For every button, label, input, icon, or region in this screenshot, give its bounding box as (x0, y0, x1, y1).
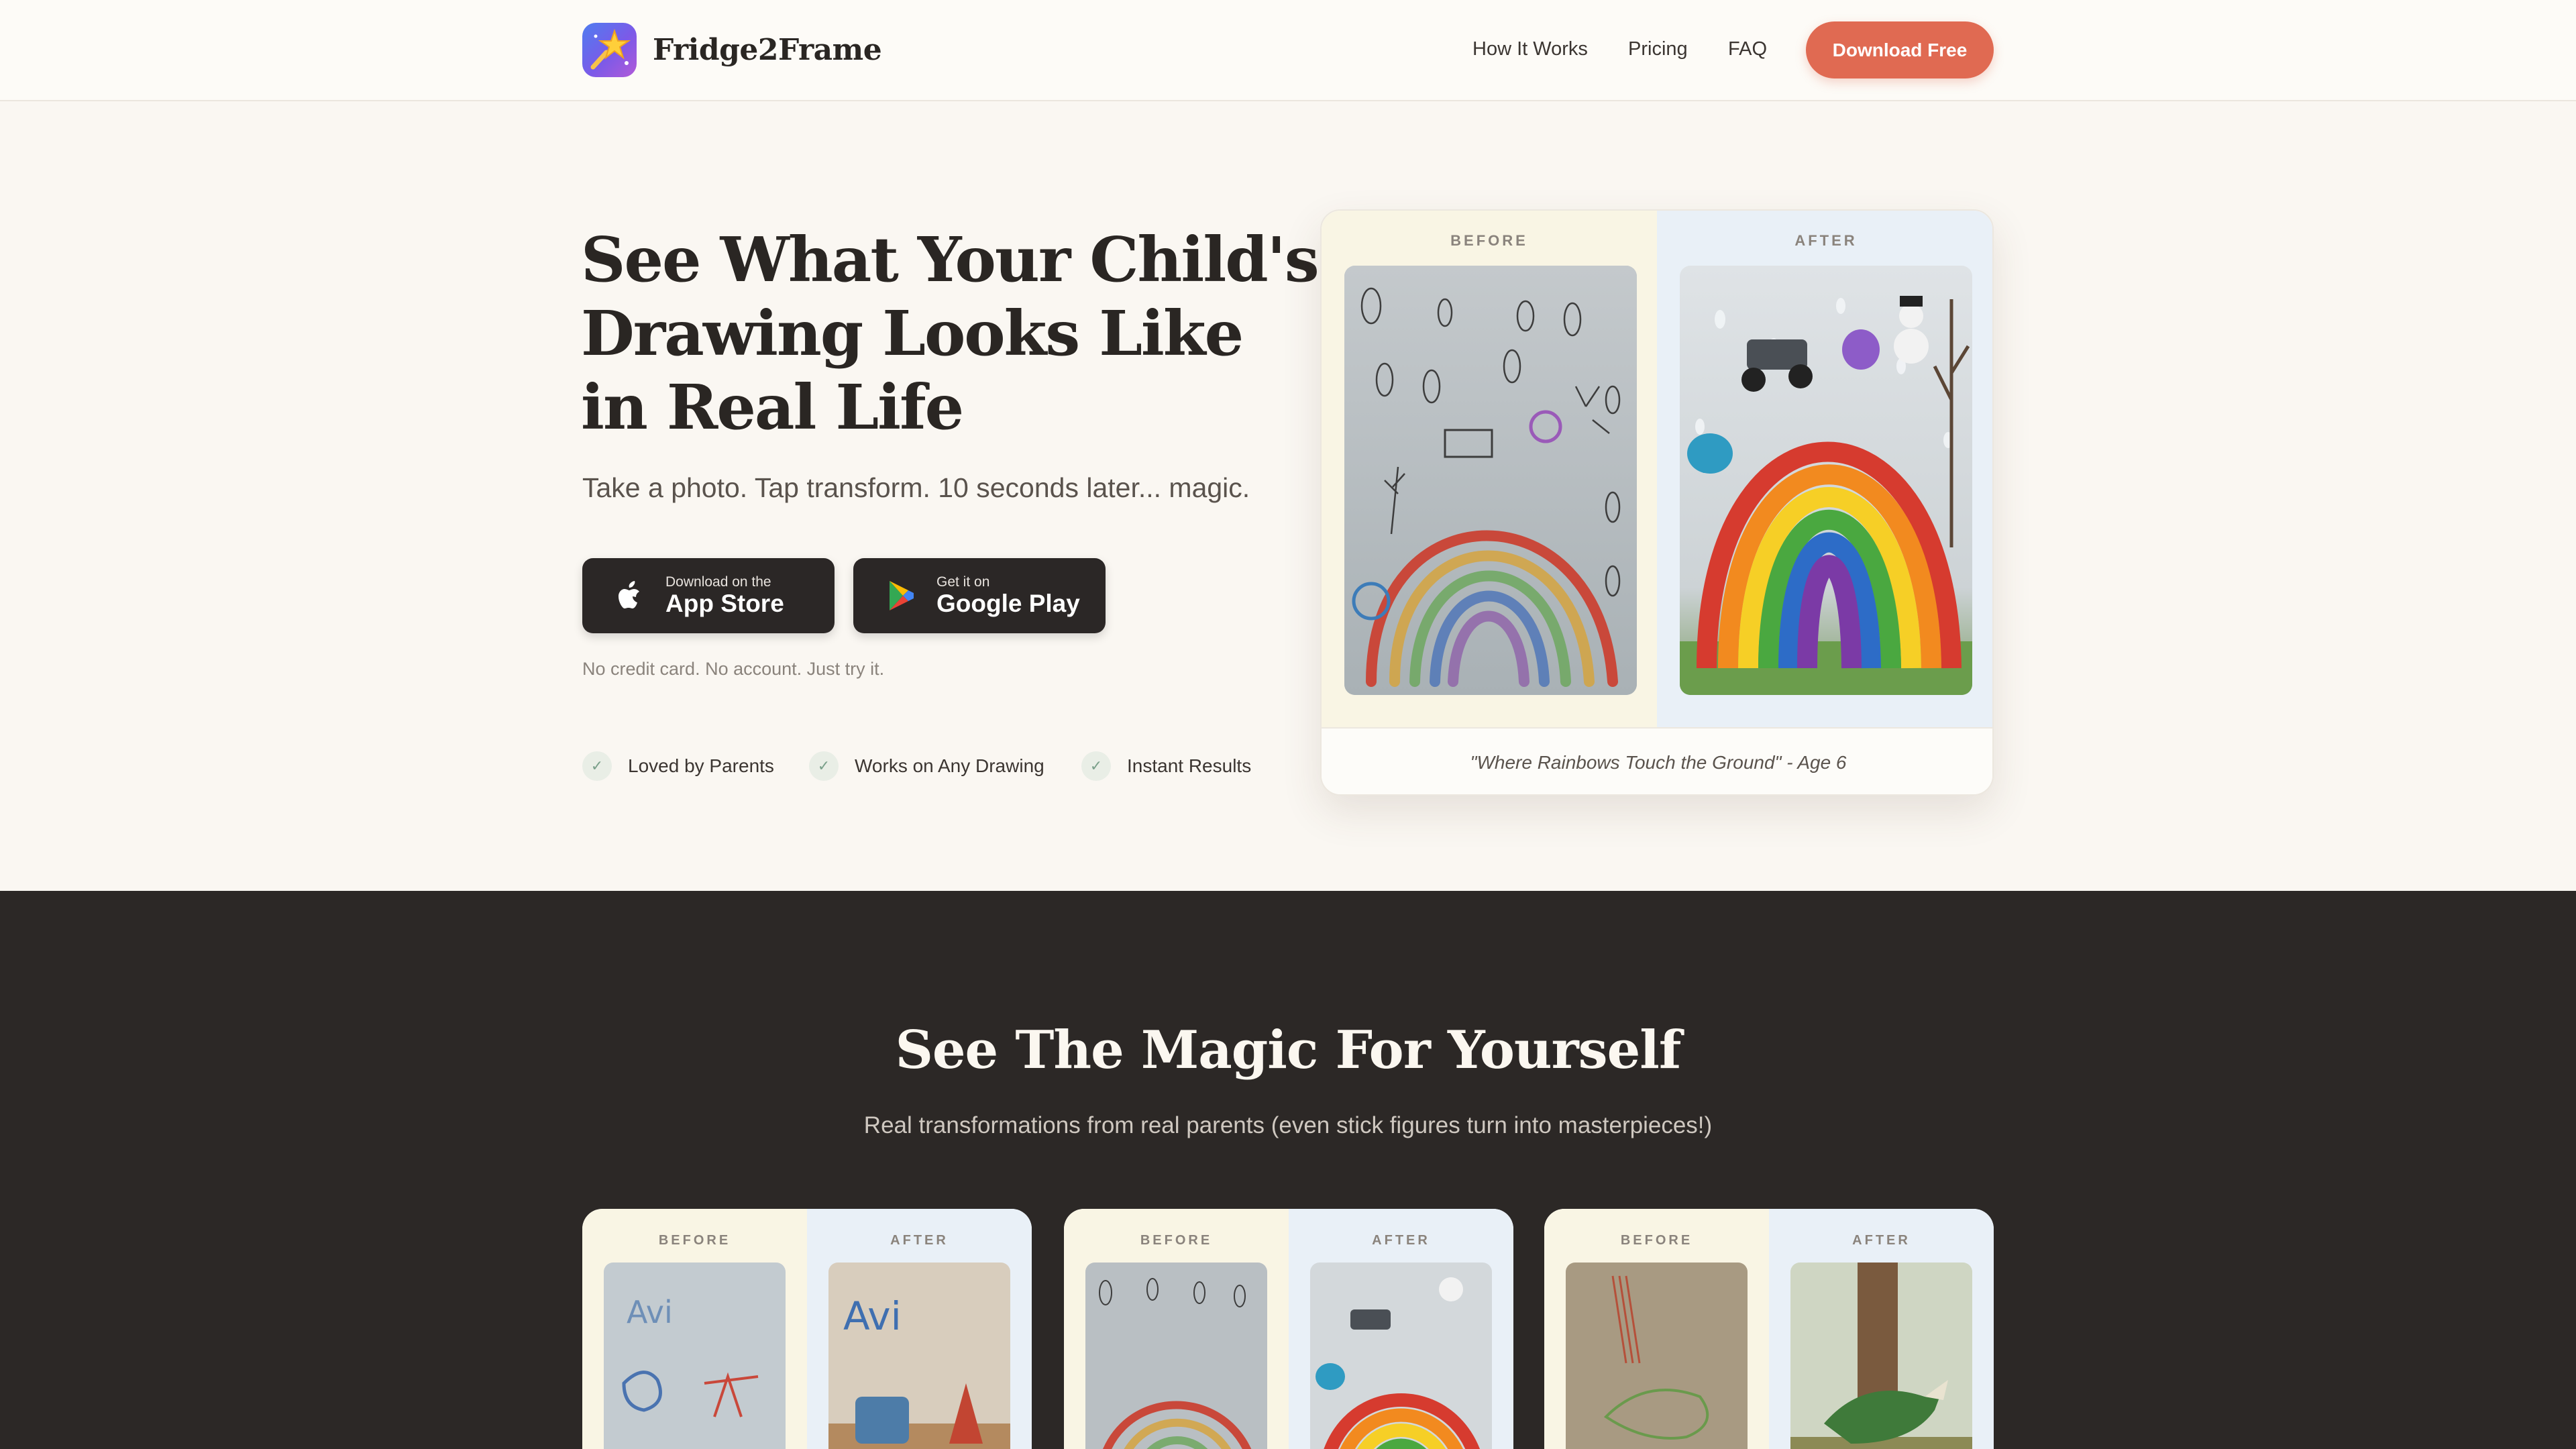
after-render-image: Avi (828, 1263, 1010, 1449)
feature-works-on-any-drawing: ✓ Works on Any Drawing (809, 751, 1044, 781)
before-drawing-image: Avi (604, 1263, 786, 1449)
google-play-big-text: Google Play (936, 590, 1080, 617)
hero-title-line-1: See What Your Child's (581, 223, 1320, 296)
before-drawing-image (1566, 1263, 1748, 1449)
card-before-panel: BEFORE (1064, 1209, 1289, 1449)
after-render-image (1310, 1263, 1492, 1449)
logo[interactable]: Fridge2Frame (582, 23, 882, 77)
after-label: AFTER (1852, 1233, 1911, 1248)
nav-faq[interactable]: FAQ (1728, 38, 1767, 60)
card-after-panel: AFTER Avi (807, 1209, 1032, 1449)
before-label: BEFORE (1450, 232, 1528, 249)
feature-label: Works on Any Drawing (855, 755, 1044, 776)
after-label: AFTER (890, 1233, 949, 1248)
app-store-big-text: App Store (665, 590, 784, 617)
before-drawing-text: Avi (627, 1294, 673, 1330)
google-play-icon (890, 581, 914, 610)
hero-before-panel: BEFORE (1322, 211, 1657, 727)
transformation-card-1: BEFORE Avi AFTER Avi (582, 1209, 1032, 1449)
site-header: Fridge2Frame How It Works Pricing FAQ Do… (0, 0, 2576, 101)
hero-before-after-card: BEFORE AFTER "Where Rainbows Touch the G… (1320, 209, 1994, 796)
app-store-small-text: Download on the (665, 574, 771, 590)
no-credit-card-note: No credit card. No account. Just try it. (582, 659, 885, 679)
card-after-panel: AFTER (1289, 1209, 1513, 1449)
nav-pricing[interactable]: Pricing (1628, 38, 1688, 60)
download-free-button[interactable]: Download Free (1806, 21, 1994, 78)
transformation-card-3: BEFORE AFTER (1544, 1209, 1994, 1449)
hero-subtitle: Take a photo. Tap transform. 10 seconds … (582, 472, 1250, 503)
after-render-image (1790, 1263, 1972, 1449)
card-before-panel: BEFORE (1544, 1209, 1769, 1449)
nav-how-it-works[interactable]: How It Works (1472, 38, 1588, 60)
check-icon: ✓ (582, 751, 612, 781)
hero-title-line-3: in Real Life (581, 371, 964, 443)
check-icon: ✓ (809, 751, 839, 781)
google-play-small-text: Get it on (936, 574, 990, 590)
before-drawing-image (1085, 1263, 1267, 1449)
before-label: BEFORE (658, 1233, 731, 1248)
app-logo-icon (582, 23, 637, 77)
after-render-image (1680, 266, 1972, 695)
after-label: AFTER (1372, 1233, 1430, 1248)
showcase-subtitle: Real transformations from real parents (… (863, 1112, 1713, 1138)
transformation-card-2: BEFORE AFTER (1064, 1209, 1513, 1449)
drawing-caption: "Where Rainbows Touch the Ground" - Age … (1322, 727, 1992, 794)
feature-instant-results: ✓ Instant Results (1081, 751, 1251, 781)
card-after-panel: AFTER (1769, 1209, 1994, 1449)
showcase-title: See The Magic For Yourself (895, 1020, 1682, 1081)
apple-icon (619, 581, 639, 608)
logo-text: Fridge2Frame (653, 33, 882, 67)
feature-label: Loved by Parents (628, 755, 774, 776)
hero-title: See What Your Child's Drawing Looks Like… (581, 223, 1320, 444)
before-label: BEFORE (1620, 1233, 1693, 1248)
hero-after-panel: AFTER (1657, 211, 1992, 727)
app-store-button[interactable]: Download on the App Store (582, 558, 835, 633)
feature-loved-by-parents: ✓ Loved by Parents (582, 751, 774, 781)
feature-label: Instant Results (1127, 755, 1252, 776)
before-label: BEFORE (1140, 1233, 1213, 1248)
hero-title-line-2: Drawing Looks Like (581, 297, 1244, 370)
after-label: AFTER (1794, 232, 1858, 249)
check-icon: ✓ (1081, 751, 1111, 781)
google-play-button[interactable]: Get it on Google Play (853, 558, 1106, 633)
after-drawing-text: Avi (843, 1293, 902, 1339)
card-before-panel: BEFORE Avi (582, 1209, 807, 1449)
before-drawing-image (1344, 266, 1637, 695)
